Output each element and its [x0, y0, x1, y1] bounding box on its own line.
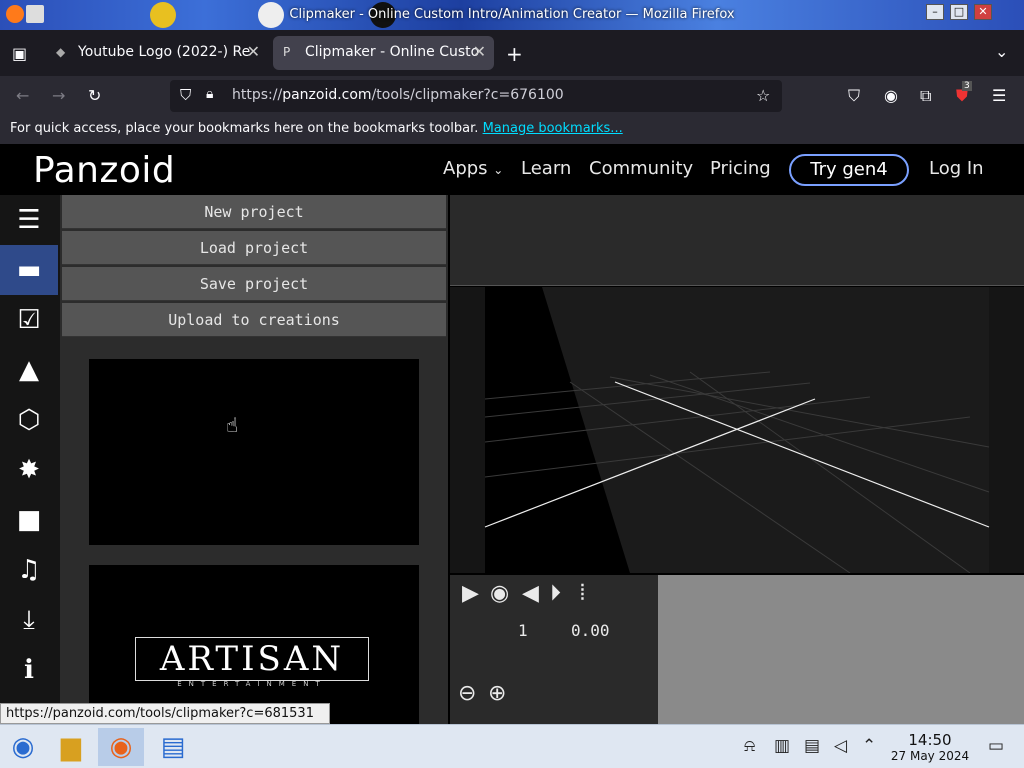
bookmark-star-icon[interactable]: ☆ [756, 86, 770, 105]
clipboard-icon[interactable]: ▤ [804, 736, 820, 756]
forward-icon[interactable]: → [52, 86, 65, 105]
new-project-button[interactable]: New project [62, 195, 446, 229]
zoom-out-icon[interactable]: ⊖ [458, 681, 476, 706]
waveform-icon[interactable]: ⦙ [580, 581, 585, 606]
hand-cursor-icon: ☝ [226, 413, 239, 437]
bookmarks-message: For quick access, place your bookmarks h… [10, 121, 479, 136]
panzoid-logo[interactable]: Panzoid [33, 150, 175, 191]
tab-youtube-logo[interactable]: ◆ Youtube Logo (2022-) Re ✕ [46, 36, 268, 70]
tab-label: Clipmaker - Online Custo [305, 44, 480, 60]
hamburger-menu-icon[interactable]: ☰ [992, 86, 1006, 105]
window-titlebar: Clipmaker - Online Custom Intro/Animatio… [0, 0, 1024, 30]
taskbar: ◉ ▆ ◉ ▤ ⍾ ▥ ▤ ◁ ⌃ 14:50 27 May 2024 ▭ [0, 724, 1024, 768]
bookmarks-toolbar: For quick access, place your bookmarks h… [0, 116, 1024, 144]
link-status-url: https://panzoid.com/tools/clipmaker?c=68… [0, 703, 330, 724]
minimize-button[interactable]: – [926, 4, 944, 20]
hamburger-menu-icon[interactable]: ☰ [0, 195, 58, 245]
artisan-logo-title: ARTISAN [135, 637, 369, 681]
info-icon[interactable]: ℹ [0, 645, 58, 695]
image-mountain-icon[interactable]: ▲ [0, 345, 58, 395]
tab-clipmaker[interactable]: P Clipmaker - Online Custo ✕ [273, 36, 494, 70]
login-link[interactable]: Log In [929, 158, 984, 179]
site-header: Panzoid Apps ⌄ Learn Community Pricing T… [0, 144, 1024, 195]
account-icon[interactable]: ◉ [884, 86, 898, 105]
tab-strip: ▣ ◆ Youtube Logo (2022-) Re ✕ P Clipmake… [0, 30, 1024, 76]
volume-icon[interactable]: ◀ [522, 581, 539, 606]
close-window-button[interactable]: ✕ [974, 4, 992, 20]
new-tab-icon[interactable]: + [506, 42, 523, 66]
download-icon[interactable]: ⤓ [0, 595, 58, 645]
zoom-in-icon[interactable]: ⊕ [488, 681, 506, 706]
notification-bell-icon[interactable]: ⍾ [744, 736, 755, 756]
maximize-button[interactable]: □ [950, 4, 968, 20]
nav-apps[interactable]: Apps ⌄ [443, 158, 503, 179]
tab-close-icon[interactable]: ✕ [247, 42, 260, 61]
save-project-button[interactable]: Save project [62, 267, 446, 301]
artisan-logo-subtitle: ENTERTAINMENT [177, 680, 327, 688]
control-panel-icon[interactable]: ▤ [150, 728, 196, 766]
3d-cube-icon[interactable]: ⬡ [0, 395, 58, 445]
eye-icon[interactable]: ◉ [490, 581, 509, 606]
page-favicon-icon: ◆ [56, 45, 66, 59]
firefox-taskbar-icon[interactable]: ◉ [98, 728, 144, 766]
effects-burst-icon[interactable]: ✸ [0, 445, 58, 495]
extension-badge: 3 [962, 81, 972, 91]
volume-muted-icon[interactable]: ◁ [834, 736, 847, 756]
file-manager-icon[interactable]: ▆ [48, 728, 94, 766]
nav-learn[interactable]: Learn [521, 158, 571, 179]
navigation-toolbar: ← → ↻ ⛉ 🔒︎ https://panzoid.com/tools/cli… [0, 76, 1024, 116]
project-menu-panel: New project Load project Save project Up… [60, 195, 448, 724]
tab-close-icon[interactable]: ✕ [473, 42, 486, 61]
extensions-icon[interactable]: ⧉ [920, 86, 931, 106]
back-icon[interactable]: ← [16, 86, 29, 105]
template-thumbnail[interactable]: ☝ [89, 359, 419, 545]
template-thumbnail-artisan[interactable]: ARTISAN ENTERTAINMENT [89, 565, 419, 724]
system-clock[interactable]: 14:50 27 May 2024 [890, 731, 970, 763]
start-button-icon[interactable]: ◉ [0, 728, 46, 766]
frame-number: 1 [518, 621, 528, 640]
folder-icon[interactable]: ▬ [0, 245, 58, 295]
tab-overview-icon[interactable]: ▣ [12, 44, 27, 63]
try-gen4-button[interactable]: Try gen4 [789, 154, 909, 186]
step-forward-icon[interactable]: ⏵ [550, 581, 561, 606]
tracking-shield-icon[interactable]: ⛉ [180, 86, 191, 104]
tray-expand-icon[interactable]: ⌃ [862, 736, 876, 756]
checkbox-icon[interactable]: ☑ [0, 295, 58, 345]
clock-time: 14:50 [908, 731, 952, 749]
nav-community[interactable]: Community [589, 158, 693, 179]
url-text: https://panzoid.com/tools/clipmaker?c=67… [232, 87, 564, 103]
pocket-icon[interactable]: ⛉ [848, 86, 860, 106]
lock-icon[interactable]: 🔒︎ [206, 86, 213, 102]
3d-viewport[interactable] [450, 287, 1024, 574]
music-icon[interactable]: ♫ [0, 545, 58, 595]
list-tabs-icon[interactable]: ⌄ [995, 42, 1008, 61]
manage-bookmarks-link[interactable]: Manage bookmarks... [483, 121, 623, 136]
window-title: Clipmaker - Online Custom Intro/Animatio… [289, 7, 735, 22]
show-desktop-icon[interactable]: ▭ [988, 736, 1004, 756]
load-project-button[interactable]: Load project [62, 231, 446, 265]
timeline-controls: ▶ ◉ ◀ ⏵ ⦙ 1 0.00 ⊖ ⊕ [450, 575, 658, 724]
play-icon[interactable]: ▶ [462, 581, 479, 606]
camera-icon[interactable]: ■ [0, 495, 58, 545]
tab-label: Youtube Logo (2022-) Re [78, 44, 251, 60]
time-readout: 0.00 [571, 621, 610, 640]
timeline-track-area[interactable] [658, 575, 1024, 724]
tool-sidebar: ☰ ▬ ☑ ▲ ⬡ ✸ ■ ♫ ⤓ ℹ [0, 195, 60, 724]
address-bar[interactable]: ⛉ 🔒︎ https://panzoid.com/tools/clipmaker… [170, 80, 782, 112]
reload-icon[interactable]: ↻ [88, 86, 101, 105]
nav-pricing[interactable]: Pricing [710, 158, 771, 179]
network-icon[interactable]: ▥ [774, 736, 790, 756]
clock-date: 27 May 2024 [890, 749, 970, 763]
chevron-down-icon: ⌄ [493, 163, 504, 177]
preview-header-area [450, 195, 1024, 286]
panzoid-favicon-icon: P [283, 45, 291, 59]
viewport-scene [484, 287, 990, 574]
upload-to-creations-button[interactable]: Upload to creations [62, 303, 446, 337]
